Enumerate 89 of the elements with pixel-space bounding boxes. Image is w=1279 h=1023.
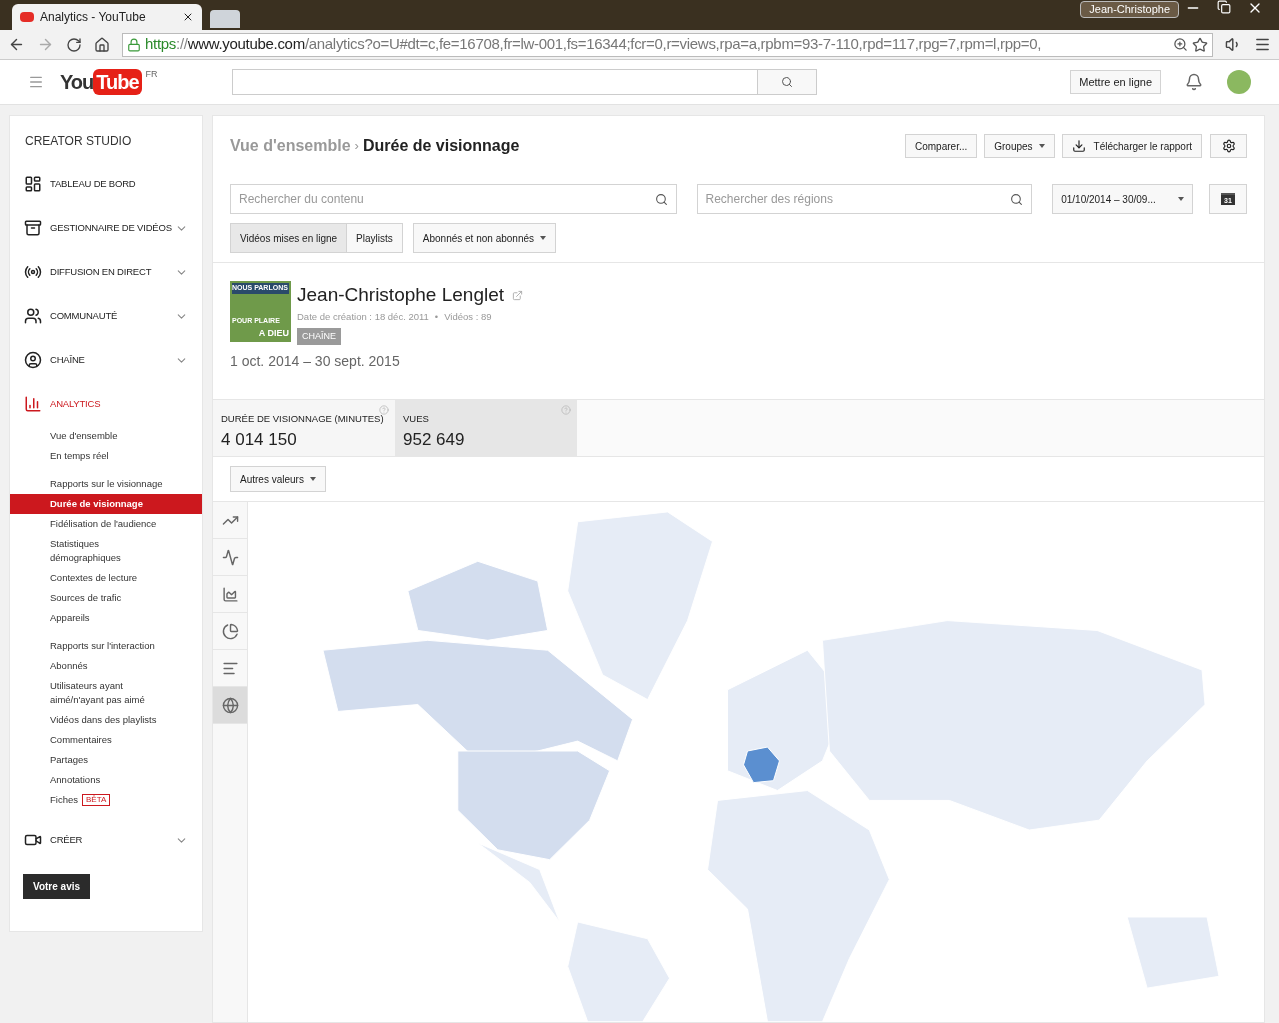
- chart-type-icon: [221, 585, 239, 603]
- period-label: 1 oct. 2014 – 30 sept. 2015: [229, 352, 401, 372]
- toolbar-button[interactable]: Télécharger le rapport: [1061, 134, 1202, 158]
- chart-type-icon: [221, 622, 239, 640]
- sidebar-link[interactable]: Rapports sur l'interaction: [10, 636, 202, 656]
- sidebar-link[interactable]: Annotations: [10, 770, 202, 790]
- sidebar-link[interactable]: Fiches BÊTA: [10, 790, 202, 810]
- close-icon[interactable]: [182, 11, 194, 23]
- chart-type-icon: [221, 696, 239, 714]
- settings-icon: [1221, 139, 1236, 153]
- home-icon[interactable]: [94, 36, 110, 53]
- video-count: Vidéos : 89: [444, 309, 492, 324]
- settings-button[interactable]: [1210, 134, 1247, 158]
- more-values-dropdown[interactable]: Autres valeurs: [230, 466, 326, 493]
- sidebar-link[interactable]: Appareils: [10, 608, 202, 628]
- sidebar-section[interactable]: ANALYTICS: [10, 382, 202, 426]
- upload-button[interactable]: Mettre en ligne: [1070, 70, 1161, 94]
- zoom-icon[interactable]: [1173, 37, 1188, 52]
- address-bar[interactable]: https://www.youtube.com/analytics?o=U#dt=c,fe=16708,fr=lw-001,fs=16344;fcr=0,r=views,rpa=a,rpbm=93-7-110,rpd=117,rpg=7,rpm=l,rpp=0,: [122, 32, 1213, 57]
- sidebar-link[interactable]: Durée de visionnage: [10, 494, 202, 514]
- reload-icon[interactable]: [66, 36, 82, 53]
- section-icon: [24, 219, 42, 237]
- region-search-field[interactable]: Rechercher des régions: [696, 184, 1033, 214]
- sidebar-link[interactable]: Statistiques démographiques: [10, 534, 202, 568]
- metric-tab[interactable]: VUES 952 649: [395, 400, 577, 457]
- restore-icon[interactable]: [1217, 0, 1231, 14]
- search-icon: [654, 192, 668, 206]
- url-text: https://www.youtube.com/analytics?o=U#dt=c,fe=16708,fr=lw-001,fs=16344;fcr=0,r=views,rpa=a,rpbm=93-7-110,rpd=117,rpg=7,rpm=l,rpp=0,: [145, 34, 1043, 55]
- search-field[interactable]: [231, 69, 758, 95]
- notifications-icon[interactable]: [1185, 73, 1203, 91]
- creation-date: Date de création : 18 déc. 2011: [297, 309, 429, 324]
- sidebar-link[interactable]: Vidéos dans des playlists: [10, 710, 202, 730]
- sidebar-link[interactable]: Commentaires: [10, 730, 202, 750]
- sidebar-section[interactable]: TABLEAU DE BORD: [10, 162, 202, 206]
- section-icon: [24, 395, 42, 413]
- youtube-logo-icon: [20, 12, 34, 22]
- date-range-dropdown[interactable]: 01/10/2014 – 30/09...: [1052, 184, 1194, 214]
- breadcrumb-separator: ›: [354, 137, 359, 156]
- sidebar-link[interactable]: Sources de trafic: [10, 588, 202, 608]
- separator-dot: •: [434, 309, 439, 324]
- caret-icon: [1038, 144, 1045, 148]
- metric-tab[interactable]: DURÉE DE VISIONNAGE (MINUTES) 4 014 150: [213, 400, 395, 457]
- search-icon: [1010, 192, 1024, 206]
- audience-dropdown[interactable]: Abonnés et non abonnés: [412, 223, 556, 253]
- caret-icon: [1178, 197, 1185, 201]
- sidebar-section[interactable]: CRÉER: [10, 818, 202, 862]
- chart-type-icon: [221, 548, 239, 566]
- sidebar-link[interactable]: Fidélisation de l'audience: [10, 514, 202, 534]
- sidebar-link[interactable]: En temps réel: [10, 446, 202, 466]
- caret-icon: [540, 236, 546, 240]
- tab-title: Analytics - YouTube: [40, 9, 147, 26]
- section-icon: [24, 263, 42, 281]
- sidebar-section[interactable]: GESTIONNAIRE DE VIDÉOS: [10, 206, 202, 250]
- sidebar-section[interactable]: COMMUNAUTÉ: [10, 294, 202, 338]
- channel-badge: CHAÎNE: [297, 327, 341, 346]
- sidebar-section[interactable]: CHAÎNE: [10, 338, 202, 382]
- section-icon: [24, 351, 42, 369]
- chart-type-button[interactable]: [213, 687, 247, 725]
- region-search-input[interactable]: Rechercher des régions: [705, 190, 1011, 208]
- sidebar-title: CREATOR STUDIO: [24, 133, 133, 150]
- caret-icon: [309, 477, 316, 482]
- channel-name[interactable]: Jean-Christophe Lenglet: [297, 281, 505, 310]
- sidebar-link[interactable]: Rapports sur le visionnage: [10, 474, 202, 494]
- content-tab[interactable]: Vidéos mises en ligne: [230, 223, 348, 253]
- beta-badge: BÊTA: [82, 794, 111, 806]
- toolbar-button[interactable]: Comparer...: [905, 134, 978, 158]
- sidebar-section[interactable]: DIFFUSION EN DIRECT: [10, 250, 202, 294]
- sidebar-link[interactable]: Vue d'ensemble: [10, 426, 202, 446]
- sidebar-link[interactable]: Contextes de lecture: [10, 568, 202, 588]
- star-icon[interactable]: [1192, 36, 1208, 53]
- content-tab[interactable]: Playlists: [347, 223, 403, 253]
- feedback-button[interactable]: Votre avis: [23, 874, 91, 899]
- download-icon: [1071, 139, 1086, 153]
- search-icon: [780, 76, 793, 88]
- lock-icon: [127, 37, 141, 52]
- toolbar-button[interactable]: Groupes: [984, 134, 1055, 158]
- back-icon[interactable]: [8, 36, 25, 53]
- region-label: FR: [145, 68, 158, 81]
- sidebar-link[interactable]: Partages: [10, 750, 202, 770]
- content-search-input[interactable]: Rechercher du contenu: [239, 190, 655, 208]
- browser-tab[interactable]: Analytics - YouTube: [12, 4, 202, 30]
- sidebar-link[interactable]: Abonnés: [10, 656, 202, 676]
- section-icon: [24, 175, 42, 193]
- sidebar-link[interactable]: Utilisateurs ayant aimé/n'ayant pas aimé: [10, 676, 202, 710]
- menu-icon[interactable]: [1254, 36, 1271, 53]
- page-title: Durée de visionnage: [362, 136, 520, 156]
- profile-name[interactable]: Jean-Christophe: [1080, 1, 1179, 18]
- section-icon: [24, 307, 42, 325]
- content-search-field[interactable]: Rechercher du contenu: [230, 184, 677, 214]
